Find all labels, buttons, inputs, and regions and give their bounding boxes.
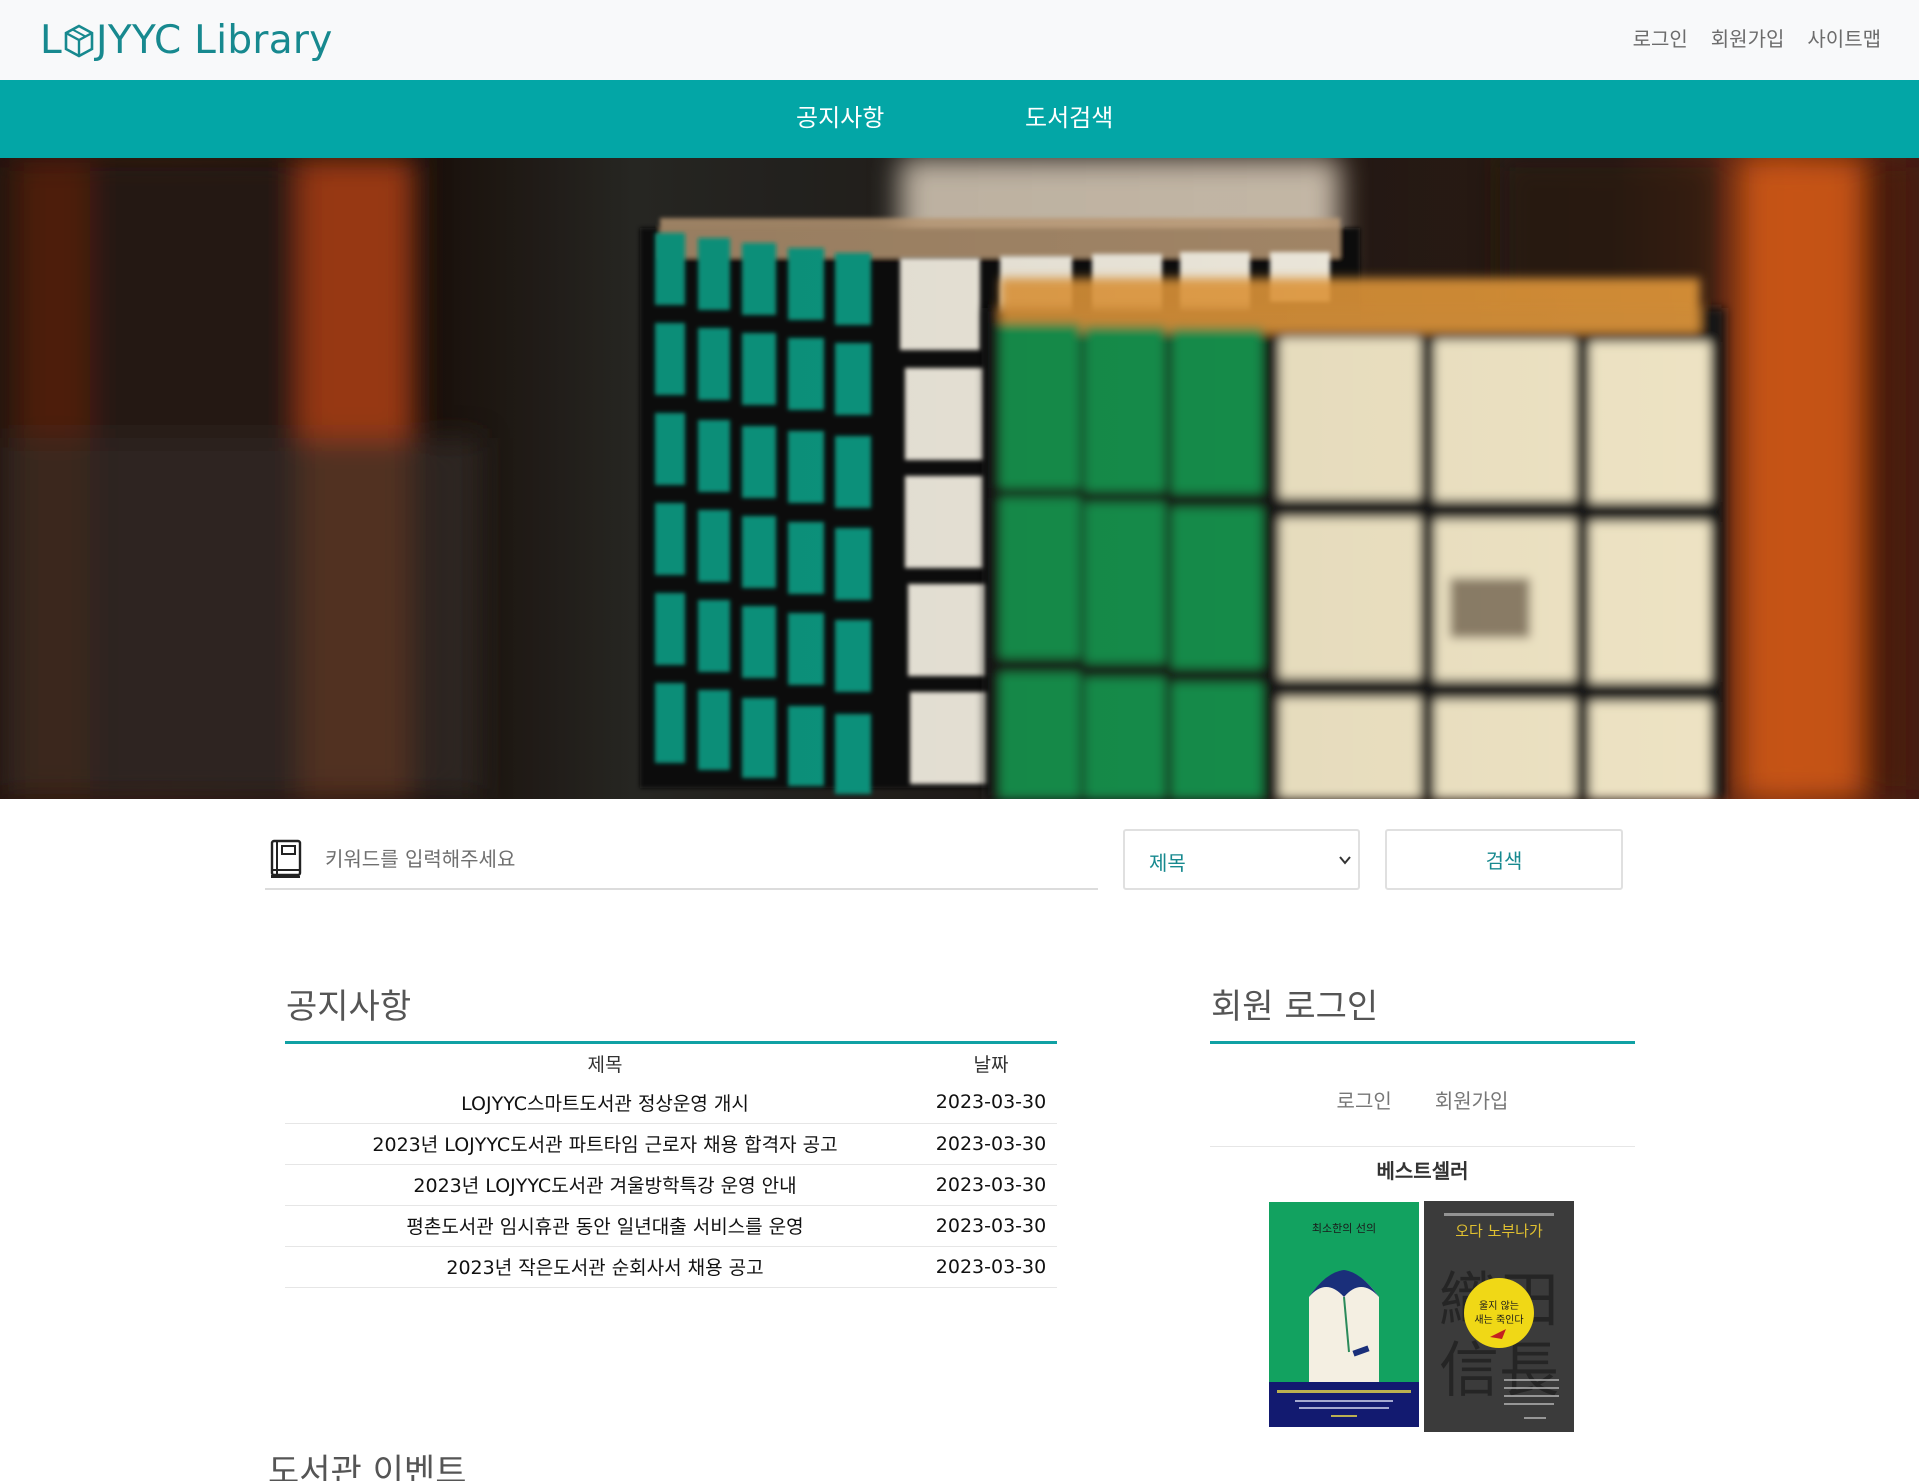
search-button[interactable]: 검색 (1385, 829, 1623, 890)
notice-date: 2023-03-30 (925, 1164, 1057, 1206)
login-link[interactable]: 로그인 (1337, 1085, 1392, 1114)
notice-table-header: 제목 날짜 (285, 1044, 1057, 1082)
search-field-select-value: 제목 (1149, 851, 1186, 875)
book-cover-art: 최소한의 선의 (1269, 1202, 1419, 1427)
main-nav: 공지사항 도서검색 (0, 80, 1919, 158)
search-field-select[interactable]: 제목 (1123, 829, 1360, 890)
login-section-title: 회원 로그인 (1211, 987, 1379, 1027)
site-logo[interactable]: L JYYC Library (40, 18, 333, 64)
table-row: 평촌도서관 임시휴관 동안 일년대출 서비스를 운영 2023-03-30 (285, 1205, 1057, 1247)
top-link-sitemap[interactable]: 사이트맵 (1807, 26, 1881, 52)
event-section-title: 도서관 이벤트 (268, 1452, 467, 1481)
hero-image (0, 158, 1919, 799)
notice-title-link[interactable]: 2023년 LOJYYC도서관 파트타임 근로자 채용 합격자 공고 (372, 1134, 837, 1156)
column-header-title: 제목 (587, 1053, 623, 1076)
nav-item-notice[interactable]: 공지사항 (796, 102, 884, 134)
table-row: LOJYYC스마트도서관 정상운영 개시 2023-03-30 (285, 1082, 1057, 1124)
bestseller-book-2[interactable]: 오다 노부나가 織田 信長 울지 않는 새는 죽인다 (1424, 1201, 1574, 1432)
top-link-login[interactable]: 로그인 (1633, 26, 1688, 52)
notice-section: 공지사항 제목 날짜 LOJYYC스마트도서관 정상운영 개시 2023-03-… (285, 985, 1057, 1288)
svg-text:울지 않는: 울지 않는 (1479, 1300, 1519, 1312)
notice-title-link[interactable]: LOJYYC스마트도서관 정상운영 개시 (461, 1093, 749, 1115)
book-icon (270, 839, 302, 878)
book-2-title: 오다 노부나가 (1455, 1222, 1543, 1240)
search-bar (265, 829, 1098, 890)
notice-title-link[interactable]: 평촌도서관 임시휴관 동안 일년대출 서비스를 운영 (406, 1216, 803, 1238)
book-cover-art: 오다 노부나가 織田 信長 울지 않는 새는 죽인다 (1424, 1201, 1574, 1432)
bestseller-book-1[interactable]: 최소한의 선의 (1269, 1202, 1419, 1427)
top-links: 로그인 회원가입 사이트맵 (1633, 26, 1881, 52)
notice-table: 제목 날짜 LOJYYC스마트도서관 정상운영 개시 2023-03-30 20… (285, 1044, 1057, 1288)
notice-date: 2023-03-30 (925, 1246, 1057, 1288)
table-row: 2023년 LOJYYC도서관 파트타임 근로자 채용 합격자 공고 2023-… (285, 1123, 1057, 1165)
notice-date: 2023-03-30 (925, 1123, 1057, 1165)
notice-title-link[interactable]: 2023년 작은도서관 순회사서 채용 공고 (446, 1257, 763, 1279)
bestseller-title: 베스트셀러 (1376, 1159, 1469, 1183)
logo-text-right: JYYC Library (96, 18, 333, 63)
site-header: L JYYC Library 로그인 회원가입 사이트맵 (0, 0, 1919, 80)
chevron-down-icon (1339, 856, 1351, 865)
hero-cubes-illustration (0, 158, 1919, 799)
notice-date: 2023-03-30 (925, 1082, 1057, 1124)
notice-section-title: 공지사항 (286, 987, 412, 1027)
login-links: 로그인 회원가입 (1210, 1085, 1635, 1147)
login-divider (1210, 1041, 1635, 1044)
column-header-date: 날짜 (973, 1053, 1009, 1076)
svg-text:새는 죽인다: 새는 죽인다 (1474, 1314, 1523, 1326)
top-link-signup[interactable]: 회원가입 (1711, 26, 1785, 52)
logo-text-left: L (40, 18, 63, 63)
notice-date: 2023-03-30 (925, 1205, 1057, 1247)
table-row: 2023년 LOJYYC도서관 겨울방학특강 운영 안내 2023-03-30 (285, 1164, 1057, 1206)
table-row: 2023년 작은도서관 순회사서 채용 공고 2023-03-30 (285, 1246, 1057, 1288)
member-login-section: 회원 로그인 로그인 회원가입 베스트셀러 최소한의 선의 오다 노부나가 織田 (1210, 985, 1635, 1432)
search-input[interactable] (325, 837, 1085, 881)
cube-icon (64, 24, 94, 58)
book-1-title: 최소한의 선의 (1312, 1222, 1376, 1235)
notice-title-link[interactable]: 2023년 LOJYYC도서관 겨울방학특강 운영 안내 (413, 1175, 796, 1197)
nav-item-book-search[interactable]: 도서검색 (1025, 102, 1113, 134)
signup-link[interactable]: 회원가입 (1435, 1085, 1509, 1114)
